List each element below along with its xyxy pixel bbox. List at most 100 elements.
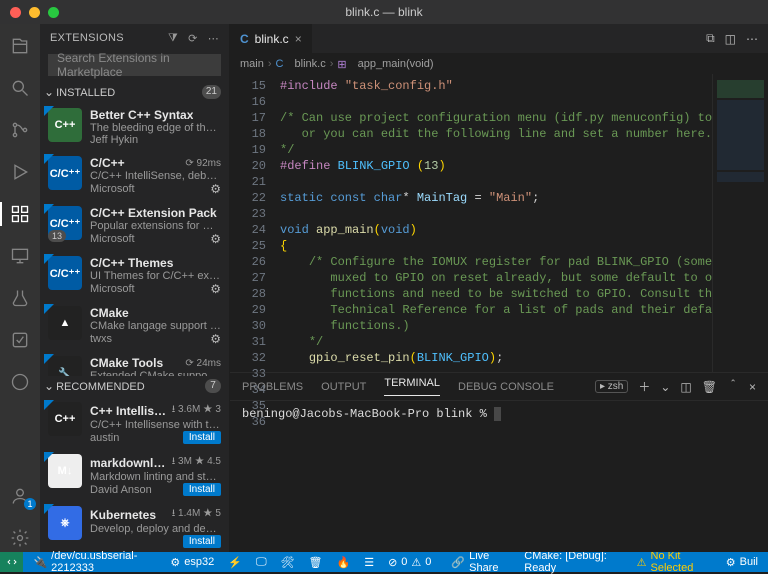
new-terminal-icon[interactable]: ＋ [638,378,650,395]
manage-gear-icon[interactable]: ⚙ [210,332,221,346]
status-port[interactable]: 🔌 /dev/cu.usbserial-2212333 [29,550,160,574]
extension-item[interactable]: M↓ markdownlint ⭳ 3M ★ 4.5 Markdown lint… [40,448,229,500]
settings-gear-icon[interactable] [0,524,40,552]
status-fire-icon[interactable]: 🔥 [332,556,354,569]
explorer-icon[interactable] [0,32,40,60]
terminal-dropdown-icon[interactable]: ⌄ [660,380,670,394]
section-installed[interactable]: ⌄INSTALLED 21 [40,82,229,102]
installed-list: C++ Better C++ Syntax The bleeding edge … [40,102,229,376]
github-icon[interactable] [0,368,40,396]
remote-explorer-icon[interactable] [0,242,40,270]
search-icon[interactable] [0,74,40,102]
install-button[interactable]: Install [183,535,221,548]
extension-item[interactable]: 13 C/C⁺⁺ C/C++ Extension Pack Popular ex… [40,200,229,250]
tab-debug-console[interactable]: DEBUG CONSOLE [458,381,554,393]
extension-desc: Extended CMake support i… [90,370,221,376]
manage-gear-icon[interactable]: ⚙ [210,282,221,296]
more-editor-icon[interactable]: ⋯ [746,32,758,46]
extension-publisher: Microsoft [90,283,135,295]
window-title: blink.c — blink [0,5,768,19]
search-placeholder: Search Extensions in Marketplace [57,51,212,79]
status-menu-icon[interactable]: ☰ [360,556,378,569]
install-button[interactable]: Install [183,431,221,444]
status-live-share[interactable]: 🔗 Live Share [447,550,514,574]
extension-item[interactable]: 🔧 CMake Tools ⟳ 24ms Extended CMake supp… [40,350,229,376]
extension-name: C/C++ Extension Pack [90,206,217,220]
extension-desc: C/C++ IntelliSense, debug… [90,170,221,182]
recommended-badge [44,354,54,364]
extensions-search-input[interactable]: Search Extensions in Marketplace [48,54,221,76]
compare-icon[interactable]: ⧉ [706,31,715,46]
source-control-icon[interactable] [0,116,40,144]
recommended-badge [44,504,54,514]
tab-blink-c[interactable]: C blink.c × [230,24,313,53]
file-lang-icon: C [240,32,249,46]
extensions-icon[interactable] [0,200,40,228]
recommended-badge [44,106,54,116]
status-kit[interactable]: ⚠ No Kit Selected [633,550,716,574]
testing-icon[interactable] [0,284,40,312]
breadcrumbs[interactable]: main› C blink.c› ⊞ app_main(void) [230,54,768,74]
status-trash-icon[interactable]: 🗑 [305,556,327,569]
code-content[interactable]: #include "task_config.h" /* Can use proj… [276,74,712,372]
terminal-shell-selector[interactable]: ▸ zsh [595,380,628,393]
terminal-content[interactable]: beningo@Jacobs-MacBook-Pro blink % [230,401,768,552]
bookmark-icon[interactable] [0,326,40,354]
line-gutter: 1516171819202122232425262728293031323334… [230,74,276,372]
status-flash-icon[interactable]: ⚡ [224,556,246,569]
maximize-panel-icon[interactable]: ＾ [727,378,739,395]
sidebar-header: EXTENSIONS ⧩ ⟳ ⋯ [40,24,229,52]
installed-count: 21 [202,85,221,99]
run-debug-icon[interactable] [0,158,40,186]
tab-output[interactable]: OUTPUT [321,381,366,393]
extension-desc: C/C++ Intellisense with the… [90,419,221,431]
kill-terminal-icon[interactable]: 🗑 [702,380,717,394]
extension-publisher: Microsoft [90,233,135,245]
status-cmake[interactable]: CMake: [Debug]: Ready [520,550,626,574]
extension-item[interactable]: C/C⁺⁺ C/C++ Themes UI Themes for C/C++ e… [40,250,229,300]
status-target[interactable]: ⚙ esp32 [166,556,218,569]
recommended-badge [44,204,54,214]
more-icon[interactable]: ⋯ [208,32,219,45]
recommended-badge [44,154,54,164]
status-errors[interactable]: ⊘ 0 ⚠ 0 [384,556,435,569]
extension-publisher: twxs [90,333,112,345]
extension-meta: ⭳ 3M ★ 4.5 [172,454,221,471]
extension-publisher: David Anson [90,484,152,496]
recommended-list: C++ C++ Intellise… ⭳ 3.6M ★ 3 C/C++ Inte… [40,396,229,552]
extension-name: C/C++ [90,156,125,170]
status-bar: 🔌 /dev/cu.usbserial-2212333 ⚙ esp32 ⚡ 🖵 … [0,552,768,572]
remote-indicator[interactable] [0,552,23,572]
extension-item[interactable]: C++ Better C++ Syntax The bleeding edge … [40,102,229,150]
extensions-sidebar: EXTENSIONS ⧩ ⟳ ⋯ Search Extensions in Ma… [40,24,230,552]
accounts-icon[interactable]: 1 [0,482,40,510]
extension-item[interactable]: C++ C++ Intellise… ⭳ 3.6M ★ 3 C/C++ Inte… [40,396,229,448]
accounts-badge: 1 [24,498,36,510]
status-monitor-icon[interactable]: 🖵 [252,556,271,569]
manage-gear-icon[interactable]: ⚙ [210,232,221,246]
status-build-icon[interactable]: 🛠 [277,556,299,569]
section-recommended[interactable]: ⌄RECOMMENDED 7 [40,376,229,396]
refresh-icon[interactable]: ⟳ [188,32,198,45]
extension-item[interactable]: ⎈ Kubernetes ⭳ 1.4M ★ 5 Develop, deploy … [40,500,229,552]
extension-item[interactable]: ▲ CMake CMake langage support fo… twxs ⚙ [40,300,229,350]
titlebar: blink.c — blink [0,0,768,24]
close-panel-icon[interactable]: × [749,380,756,394]
recommended-badge [44,254,54,264]
extension-item[interactable]: C/C⁺⁺ C/C++ ⟳ 92ms C/C++ IntelliSense, d… [40,150,229,200]
install-button[interactable]: Install [183,483,221,496]
extension-desc: The bleeding edge of the … [90,122,221,134]
split-editor-icon[interactable]: ◫ [725,32,736,46]
filter-icon[interactable]: ⧩ [168,32,178,45]
tab-terminal[interactable]: TERMINAL [384,377,440,396]
extension-publisher: Jeff Hykin [90,134,138,146]
split-terminal-icon[interactable]: ◫ [680,380,691,394]
close-tab-icon[interactable]: × [295,32,302,46]
extension-publisher: austin [90,432,119,444]
status-build[interactable]: ⚙ Buil [722,556,762,569]
minimap[interactable] [712,74,768,372]
extension-desc: CMake langage support fo… [90,320,221,332]
recommended-badge [44,452,54,462]
manage-gear-icon[interactable]: ⚙ [210,182,221,196]
code-editor[interactable]: 1516171819202122232425262728293031323334… [230,74,768,372]
